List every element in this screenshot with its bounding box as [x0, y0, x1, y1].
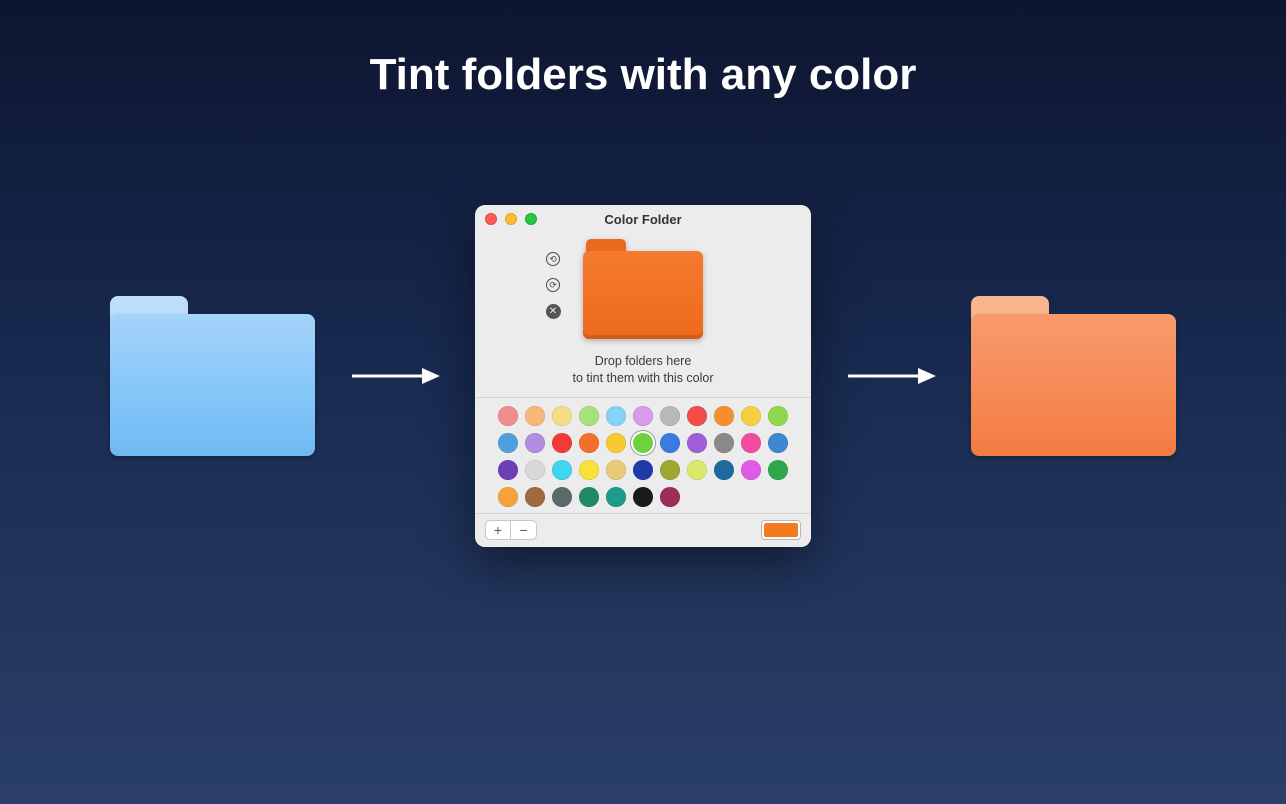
folder-body	[971, 314, 1176, 456]
color-swatch[interactable]	[714, 406, 734, 426]
color-folder-window: Color Folder ⟲ ⟳ ✕ Drop folders here to …	[475, 205, 811, 547]
page-title: Tint folders with any color	[0, 50, 1286, 100]
bottom-bar: + −	[475, 513, 811, 547]
color-swatch[interactable]	[768, 433, 788, 453]
color-swatch[interactable]	[498, 460, 518, 480]
color-swatch[interactable]	[525, 460, 545, 480]
color-swatch[interactable]	[525, 433, 545, 453]
preview-area[interactable]: ⟲ ⟳ ✕ Drop folders here to tint them wit…	[475, 233, 811, 391]
add-swatch-button[interactable]: +	[485, 520, 511, 540]
color-swatch[interactable]	[714, 460, 734, 480]
color-swatch[interactable]	[606, 406, 626, 426]
color-swatch[interactable]	[687, 460, 707, 480]
arrow-right-icon	[350, 364, 440, 388]
color-swatch[interactable]	[498, 406, 518, 426]
color-swatch[interactable]	[525, 487, 545, 507]
color-swatch[interactable]	[552, 460, 572, 480]
hint-line-1: Drop folders here	[572, 353, 713, 370]
color-swatch[interactable]	[660, 406, 680, 426]
result-folder-icon	[971, 296, 1176, 456]
color-swatch[interactable]	[687, 433, 707, 453]
color-swatch[interactable]	[552, 433, 572, 453]
color-swatch[interactable]	[741, 406, 761, 426]
color-swatch[interactable]	[660, 487, 680, 507]
rotate-ccw-button[interactable]: ⟲	[545, 251, 561, 267]
color-swatch[interactable]	[579, 406, 599, 426]
color-well-swatch	[764, 523, 798, 537]
color-swatch[interactable]	[660, 460, 680, 480]
add-remove-segment: + −	[485, 520, 537, 540]
color-swatch[interactable]	[633, 460, 653, 480]
color-swatch[interactable]	[633, 487, 653, 507]
arrow-right-icon	[846, 364, 936, 388]
color-swatch[interactable]	[606, 487, 626, 507]
folder-body	[110, 314, 315, 456]
side-tools: ⟲ ⟳ ✕	[545, 251, 561, 319]
color-swatch[interactable]	[741, 433, 761, 453]
color-swatch[interactable]	[552, 406, 572, 426]
clear-button[interactable]: ✕	[545, 303, 561, 319]
color-swatch[interactable]	[768, 406, 788, 426]
color-swatch[interactable]	[525, 406, 545, 426]
preview-folder-icon	[583, 239, 703, 339]
titlebar: Color Folder	[475, 205, 811, 233]
hint-line-2: to tint them with this color	[572, 370, 713, 387]
color-swatch[interactable]	[633, 406, 653, 426]
color-swatch[interactable]	[741, 460, 761, 480]
rotate-cw-button[interactable]: ⟳	[545, 277, 561, 293]
color-swatch[interactable]	[768, 460, 788, 480]
color-swatch[interactable]	[606, 433, 626, 453]
color-swatch[interactable]	[579, 487, 599, 507]
window-title: Color Folder	[475, 212, 811, 227]
color-swatch[interactable]	[498, 433, 518, 453]
color-swatch[interactable]	[714, 433, 734, 453]
source-folder-icon	[110, 296, 315, 456]
color-swatch[interactable]	[552, 487, 572, 507]
color-swatch[interactable]	[579, 460, 599, 480]
color-swatch[interactable]	[579, 433, 599, 453]
color-well[interactable]	[761, 520, 801, 540]
stage: Color Folder ⟲ ⟳ ✕ Drop folders here to …	[0, 205, 1286, 547]
drop-hint: Drop folders here to tint them with this…	[572, 353, 713, 387]
color-swatch[interactable]	[606, 460, 626, 480]
remove-swatch-button[interactable]: −	[511, 520, 537, 540]
color-swatch[interactable]	[633, 433, 653, 453]
color-swatch[interactable]	[498, 487, 518, 507]
color-swatch[interactable]	[687, 406, 707, 426]
folder-body	[583, 251, 703, 339]
color-swatch[interactable]	[660, 433, 680, 453]
swatch-grid	[475, 398, 811, 513]
